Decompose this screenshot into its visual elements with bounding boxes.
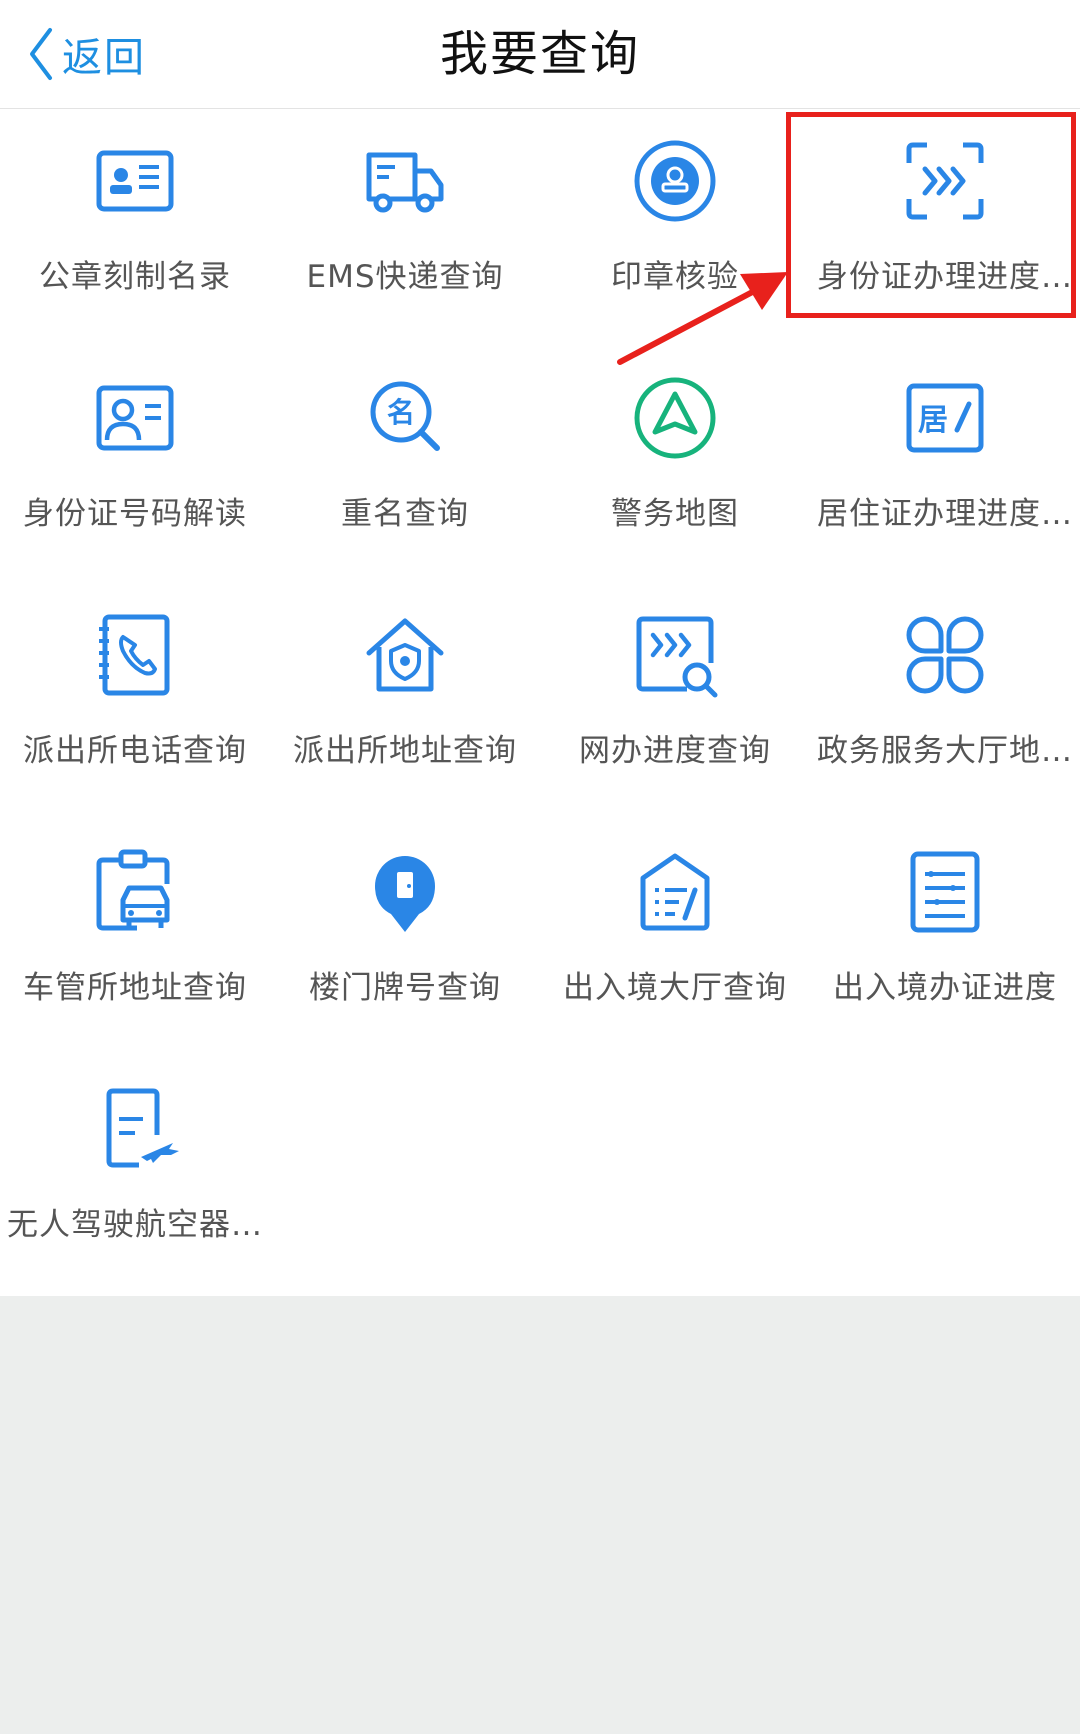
page-title: 我要查询 [439,26,640,82]
police-house-icon [361,611,449,699]
grid-item-label: 重名查询 [341,496,469,532]
grid-item-ems-tracking[interactable]: EMS快递查询 [270,109,540,346]
grid-item-name-duplicate[interactable]: 名 重名查询 [270,346,540,583]
phone-book-icon [91,611,179,699]
profile-card-icon [91,374,179,462]
grid-item-residence-progress[interactable]: 居 居住证办理进度… [810,346,1080,583]
stamp-icon [631,137,719,225]
grid-item-label: 无人驾驶航空器… [7,1207,263,1243]
grid-item-label: 派出所电话查询 [23,733,247,769]
grid-item-label: 身份证办理进度… [817,259,1073,295]
drone-document-icon [91,1085,179,1173]
grid-item-label: 居住证办理进度… [817,496,1073,532]
grid-item-label: 政务服务大厅地… [817,733,1073,769]
grid-item-station-phone[interactable]: 派出所电话查询 [0,583,270,820]
grid-item-label: EMS快递查询 [306,259,504,295]
id-card-icon [91,137,179,225]
document-house-icon [631,848,719,936]
grid-item-label: 印章核验 [611,259,739,295]
checklist-icon [901,848,989,936]
grid-item-label: 出入境办证进度 [833,970,1057,1006]
grid-item-house-number[interactable]: 楼门牌号查询 [270,820,540,1057]
grid-item-seal-registry[interactable]: 公章刻制名录 [0,109,270,346]
map-navigation-icon [631,374,719,462]
grid-item-id-number-decode[interactable]: 身份证号码解读 [0,346,270,583]
grid-item-seal-verify[interactable]: 印章核验 [540,109,810,346]
name-search-icon: 名 [361,374,449,462]
vehicle-clipboard-icon [91,848,179,936]
grid-item-dmv-address[interactable]: 车管所地址查询 [0,820,270,1057]
location-pin-icon [361,848,449,936]
grid-item-id-card-progress[interactable]: 身份证办理进度… [810,109,1080,346]
grid-item-drone[interactable]: 无人驾驶航空器… [0,1057,270,1294]
truck-icon [361,137,449,225]
clover-icon [901,611,989,699]
svg-text:居: 居 [918,403,948,438]
grid-item-label: 车管所地址查询 [23,970,247,1006]
grid-item-label: 公章刻制名录 [39,259,231,295]
grid-item-immigration-hall[interactable]: 出入境大厅查询 [540,820,810,1057]
grid-item-label: 警务地图 [611,496,739,532]
scan-progress-icon [901,137,989,225]
grid-item-station-address[interactable]: 派出所地址查询 [270,583,540,820]
grid-item-label: 楼门牌号查询 [309,970,501,1006]
svg-text:名: 名 [387,396,415,429]
grid-item-online-progress[interactable]: 网办进度查询 [540,583,810,820]
online-progress-icon [631,611,719,699]
grid-item-label: 派出所地址查询 [293,733,517,769]
header-bar: 返回 我要查询 [0,0,1080,109]
grid-item-label: 身份证号码解读 [23,496,247,532]
grid-item-service-hall[interactable]: 政务服务大厅地… [810,583,1080,820]
grid-item-label: 网办进度查询 [579,733,771,769]
query-grid: 公章刻制名录 EMS快递查询 印章核验 身份证办理进度… 身份证号码解读 名 重… [0,109,1080,1296]
grid-item-police-map[interactable]: 警务地图 [540,346,810,583]
grid-item-immigration-progress[interactable]: 出入境办证进度 [810,820,1080,1057]
grid-item-label: 出入境大厅查询 [563,970,787,1006]
residence-card-icon: 居 [901,374,989,462]
